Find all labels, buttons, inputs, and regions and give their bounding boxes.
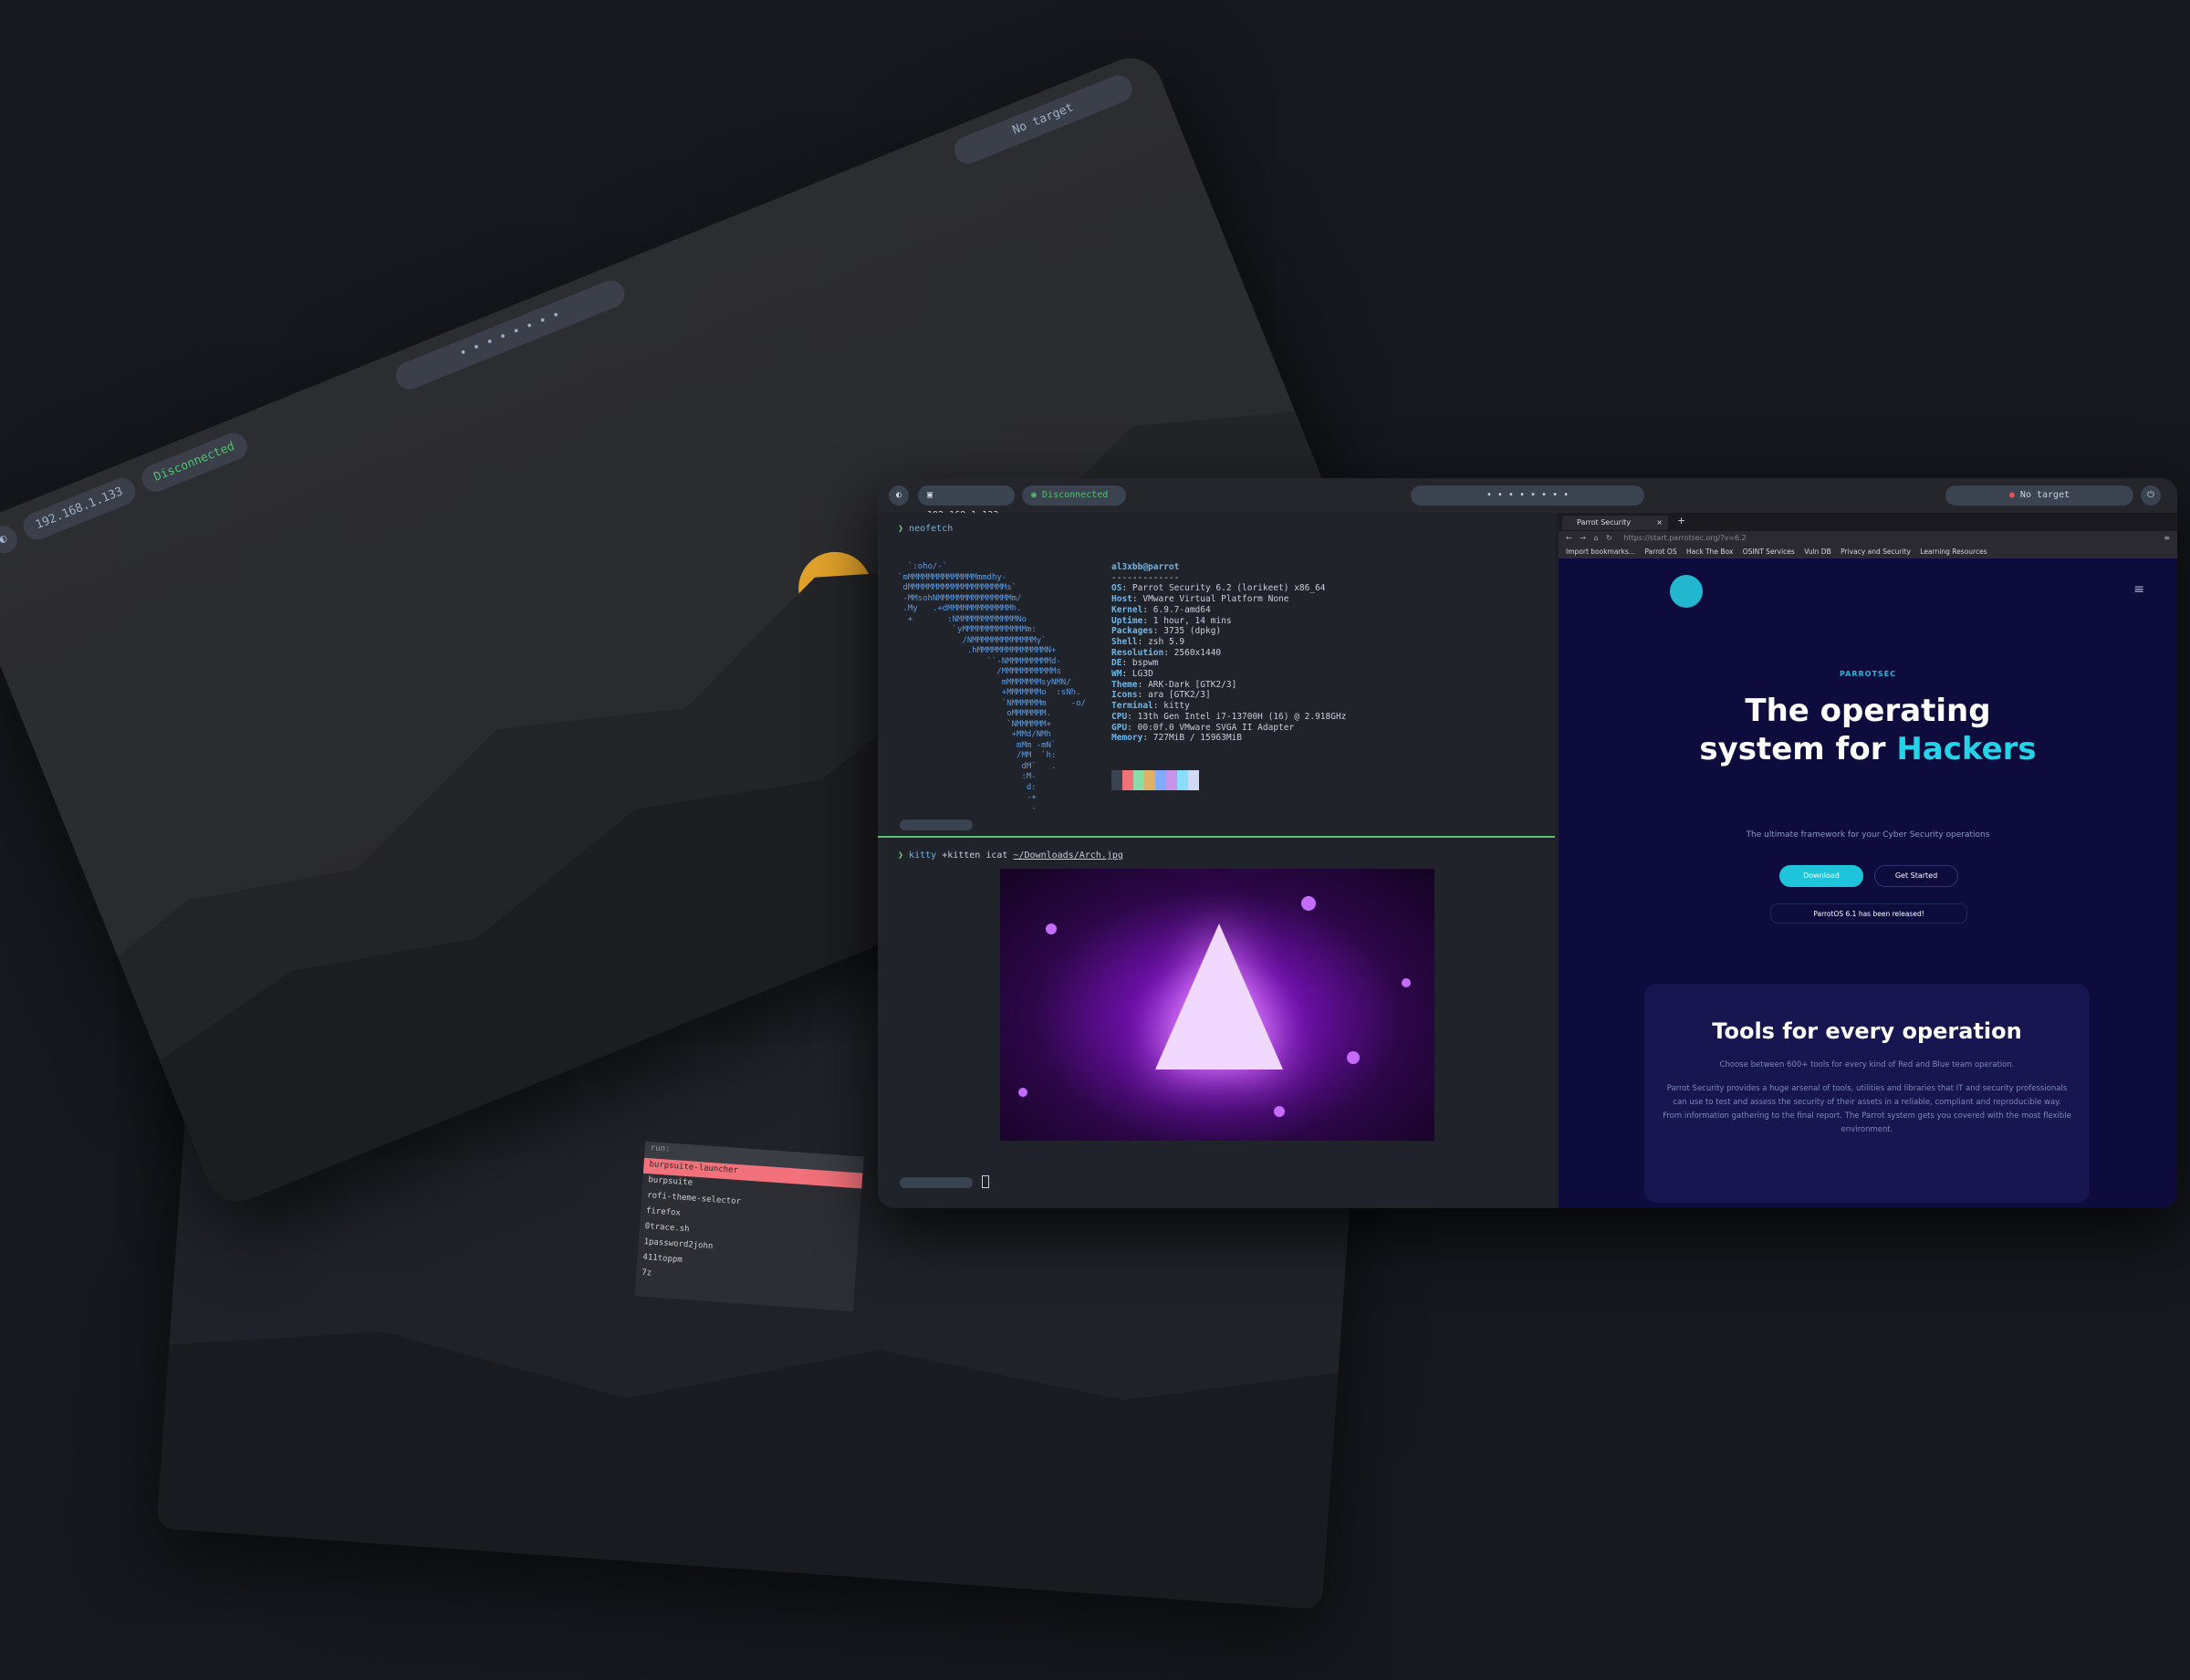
parrot-logo-icon[interactable] [1670,575,1703,608]
terminal-neofetch[interactable]: ❯ neofetch `:oho/-` `mMMMMMMMMMMMMMMmmdh… [878,513,1555,838]
info-row: Memory: 727MiB / 15963MiB [1111,733,1243,744]
tools-card: Tools for every operation Choose between… [1644,984,2090,1203]
command-text: kitty [909,850,937,861]
prompt-chip [900,819,973,830]
command-args: +kitten icat [942,850,1008,861]
target-label: No target [2019,490,2070,500]
info-row: DE: bspwm [1111,658,1159,669]
desktop-window: ◐ ▣192.168.1.133 ◉ Disconnected • • • • •… [878,478,2177,1208]
target-icon: ● [2008,490,2015,500]
parrot-menu-icon[interactable]: ◐ [889,485,909,506]
info-row: Theme: ARK-Dark [GTK2/3] [1111,679,1237,690]
info-row: CPU: 13th Gen Intel i7-13700H (16) @ 2.9… [1111,711,1347,722]
terminal-cursor [982,1175,989,1188]
hero-accent: Hackers [1896,731,2037,767]
release-banner[interactable]: ParrotOS 6.1 has been released! [1770,903,1967,923]
vpn-chip: ◉ Disconnected [1022,485,1126,506]
target-chip: ● No target [1945,485,2133,506]
info-row: Icons: ara [GTK2/3] [1111,690,1211,701]
palette-swatch [1144,770,1155,790]
prompt-line: ❯ neofetch [898,524,954,534]
reload-icon[interactable]: ↻ [1606,534,1612,542]
power-icon[interactable]: ⏻ [2141,485,2161,506]
home-icon[interactable]: ⌂ [1594,534,1599,542]
info-separator: ------------- [1111,572,1180,583]
bookmark[interactable]: Vuln DB [1804,548,1831,556]
hero-line-1: The operating [1745,693,1991,729]
get-started-button[interactable]: Get Started [1874,865,1958,887]
nav-bar: ← → ⌂ ↻ https://start.parrotsec.org/?v=6… [1559,531,2177,546]
rofi-launcher[interactable]: run: burpsuite-launcher burpsuite rofi-t… [634,1141,864,1312]
close-icon[interactable]: × [1656,516,1663,530]
hamburger-icon[interactable]: ≡ [2133,582,2144,597]
hero-line-2: system for Hackers [1699,731,2037,767]
sparkle [1046,923,1057,934]
parrot-ascii-logo: `:oho/-` `mMMMMMMMMMMMMMMmmdhy- dMMMMMMM… [898,562,1086,813]
parrotsec-page: ≡ PARROTSEC The operating system for Hac… [1559,558,2177,1208]
download-button[interactable]: Download [1779,865,1863,887]
system-info: al3xbb@parrot ------------- OS: Parrot S… [1111,562,1346,744]
bookmark[interactable]: Parrot OS [1644,548,1676,556]
info-row: GPU: 00:0f.0 VMware SVGA II Adapter [1111,722,1295,733]
release-text: ParrotOS 6.1 has been released! [1813,910,1924,918]
palette-swatch [1188,770,1199,790]
sparkle [1347,1051,1360,1064]
palette-swatch [1122,770,1133,790]
bookmark[interactable]: Learning Resources [1920,548,1987,556]
shield-icon: ◉ [1031,490,1038,500]
url-bar[interactable]: https://start.parrotsec.org/?v=6.2 [1623,534,1746,542]
info-row: Terminal: kitty [1111,701,1190,712]
prompt-chip [900,1177,973,1188]
tab-parrot-security[interactable]: Parrot Security × [1562,516,1668,530]
firefox-window[interactable]: Parrot Security × + ← → ⌂ ↻ https://start… [1559,513,2177,1208]
info-row: Resolution: 2560x1440 [1111,647,1222,658]
bookmark[interactable]: Hack The Box [1686,548,1733,556]
info-row: WM: LG3D [1111,669,1153,680]
bookmark[interactable]: OSINT Services [1743,548,1795,556]
palette-swatch [1111,770,1122,790]
polybar: ◐ ▣192.168.1.133 ◉ Disconnected • • • • •… [878,478,2177,520]
sparkle [1274,1106,1285,1117]
palette-swatch [1133,770,1144,790]
prompt-line: ❯ kitty +kitten icat ~/Downloads/Arch.jp… [898,850,1123,861]
palette-swatch [1177,770,1188,790]
info-row: Host: VMware Virtual Platform None [1111,594,1289,605]
info-row: OS: Parrot Security 6.2 (lorikeet) x86_6… [1111,583,1326,594]
tools-body: Parrot Security provides a huge arsenal … [1663,1084,2071,1134]
terminal-icat[interactable]: ❯ kitty +kitten icat ~/Downloads/Arch.jp… [878,838,1555,1208]
site-brand: PARROTSEC [1840,670,1896,678]
hero-headline: The operating system for Hackers [1559,692,2177,768]
workspace-dots[interactable]: • • • • • • • • [1486,490,1569,500]
hero-tagline: The ultimate framework for your Cyber Se… [1746,830,1990,840]
forward-icon[interactable]: → [1580,534,1586,542]
tools-title: Tools for every operation [1712,1018,2022,1044]
back-icon[interactable]: ← [1566,534,1572,542]
ip-chip: ▣192.168.1.133 [918,485,1015,520]
tools-subtitle: Choose between 600+ tools for every kind… [1719,1060,2015,1070]
info-row: Shell: zsh 5.9 [1111,636,1185,647]
sparkle [1018,1088,1027,1097]
workspace-switcher[interactable]: • • • • • • • • [1411,485,1644,506]
palette-swatch [1166,770,1177,790]
bookmarks-bar: Import bookmarks... Parrot OS Hack The B… [1559,546,2177,558]
bookmark[interactable]: Import bookmarks... [1566,548,1635,556]
tab-title: Parrot Security [1577,518,1632,527]
arch-wallpaper-image [1000,869,1434,1141]
tab-bar: Parrot Security × + [1559,513,2177,531]
info-row: Uptime: 1 hour, 14 mins [1111,615,1232,626]
user-host: al3xbb@parrot [1111,562,1180,572]
palette-swatch [1155,770,1166,790]
new-tab-icon[interactable]: + [1677,515,1685,527]
command-path: ~/Downloads/Arch.jpg [1013,850,1123,861]
sparkle [1402,978,1411,987]
sparkle [1301,896,1316,911]
arch-logo-icon [1155,923,1283,1070]
command-text: neofetch [909,524,954,534]
bookmark[interactable]: Privacy and Security [1841,548,1911,556]
menu-icon[interactable]: ≡ [2164,531,2170,546]
info-row: Kernel: 6.9.7-amd64 [1111,604,1211,615]
vpn-label: Disconnected [1042,490,1109,500]
network-icon: ▣ [927,490,933,500]
info-row: Packages: 3735 (dpkg) [1111,626,1222,637]
